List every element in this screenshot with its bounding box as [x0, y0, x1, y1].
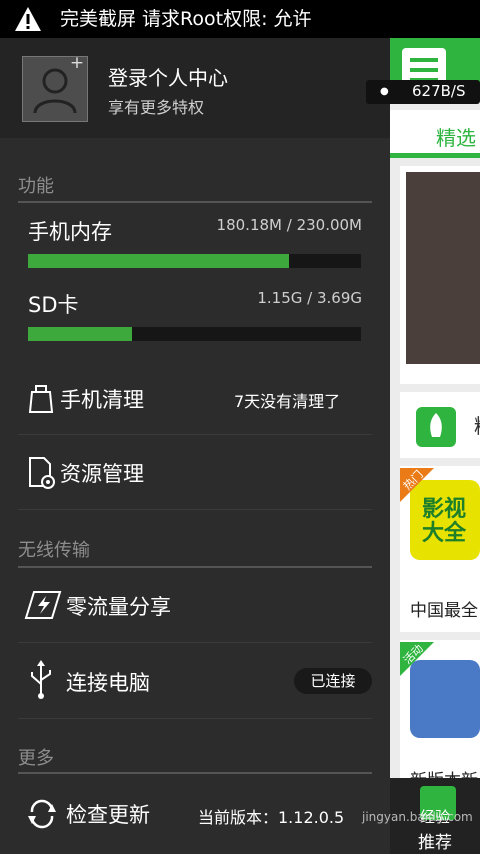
app-icon[interactable]: [410, 660, 480, 738]
version-hint: 当前版本：1.12.0.5: [198, 808, 345, 827]
section-divider: [18, 566, 372, 568]
row-divider: [18, 718, 372, 719]
rocket-icon: [416, 407, 456, 447]
tab-featured[interactable]: 精选: [436, 122, 476, 151]
promo-text: 精: [474, 410, 480, 439]
cleanup-hint: 7天没有清理了: [234, 392, 341, 411]
row-divider: [18, 642, 372, 643]
sd-card-value: 1.15G / 3.69G: [257, 289, 362, 307]
app-icon-text: 影视大全: [422, 497, 467, 546]
warning-icon: [15, 7, 41, 31]
menu-cleanup-label[interactable]: 手机清理: [60, 384, 144, 414]
section-divider: [18, 772, 372, 774]
phone-memory-bar-fill: [28, 254, 289, 268]
connected-badge: 已连接: [294, 668, 372, 694]
login-title[interactable]: 登录个人中心: [108, 62, 228, 91]
phone-memory-label: 手机内存: [28, 220, 112, 244]
navigation-drawer: [0, 38, 390, 854]
section-divider: [18, 201, 372, 203]
add-avatar-icon[interactable]: +: [68, 54, 86, 72]
sd-card-bar-fill: [28, 327, 132, 341]
app-name: 中国最全: [410, 601, 478, 621]
clean-icon: [28, 385, 54, 413]
refresh-icon: [28, 799, 56, 829]
login-subtitle: 享有更多特权: [108, 98, 205, 117]
menu-connect-label[interactable]: 连接电脑: [66, 667, 150, 697]
tab-indicator: [390, 153, 480, 158]
file-gear-icon: [29, 457, 55, 489]
status-notification-text: 完美截屏 请求Root权限: 允许: [60, 8, 312, 30]
wifi-icon: ●: [380, 86, 389, 97]
phone-memory-value: 180.18M / 230.00M: [216, 216, 362, 234]
menu-share-label[interactable]: 零流量分享: [66, 591, 171, 621]
menu-resources-label[interactable]: 资源管理: [60, 458, 144, 488]
section-functions: 功能: [18, 176, 54, 197]
banner-image[interactable]: [406, 172, 480, 364]
flash-share-icon: [24, 591, 62, 619]
sd-card-label: SD卡: [28, 293, 79, 317]
phone-memory-bar: [28, 254, 361, 268]
network-speed: 627B/S: [412, 82, 466, 100]
section-wireless: 无线传输: [18, 540, 90, 561]
menu-update-label[interactable]: 检查更新: [66, 799, 150, 829]
row-divider: [18, 509, 372, 510]
watermark: jingyan.baidu.com: [362, 810, 473, 824]
section-more: 更多: [18, 748, 54, 769]
usb-icon: [31, 660, 51, 699]
recommend-button[interactable]: 推荐: [418, 828, 452, 853]
sd-card-bar: [28, 327, 361, 341]
row-divider: [18, 434, 372, 435]
